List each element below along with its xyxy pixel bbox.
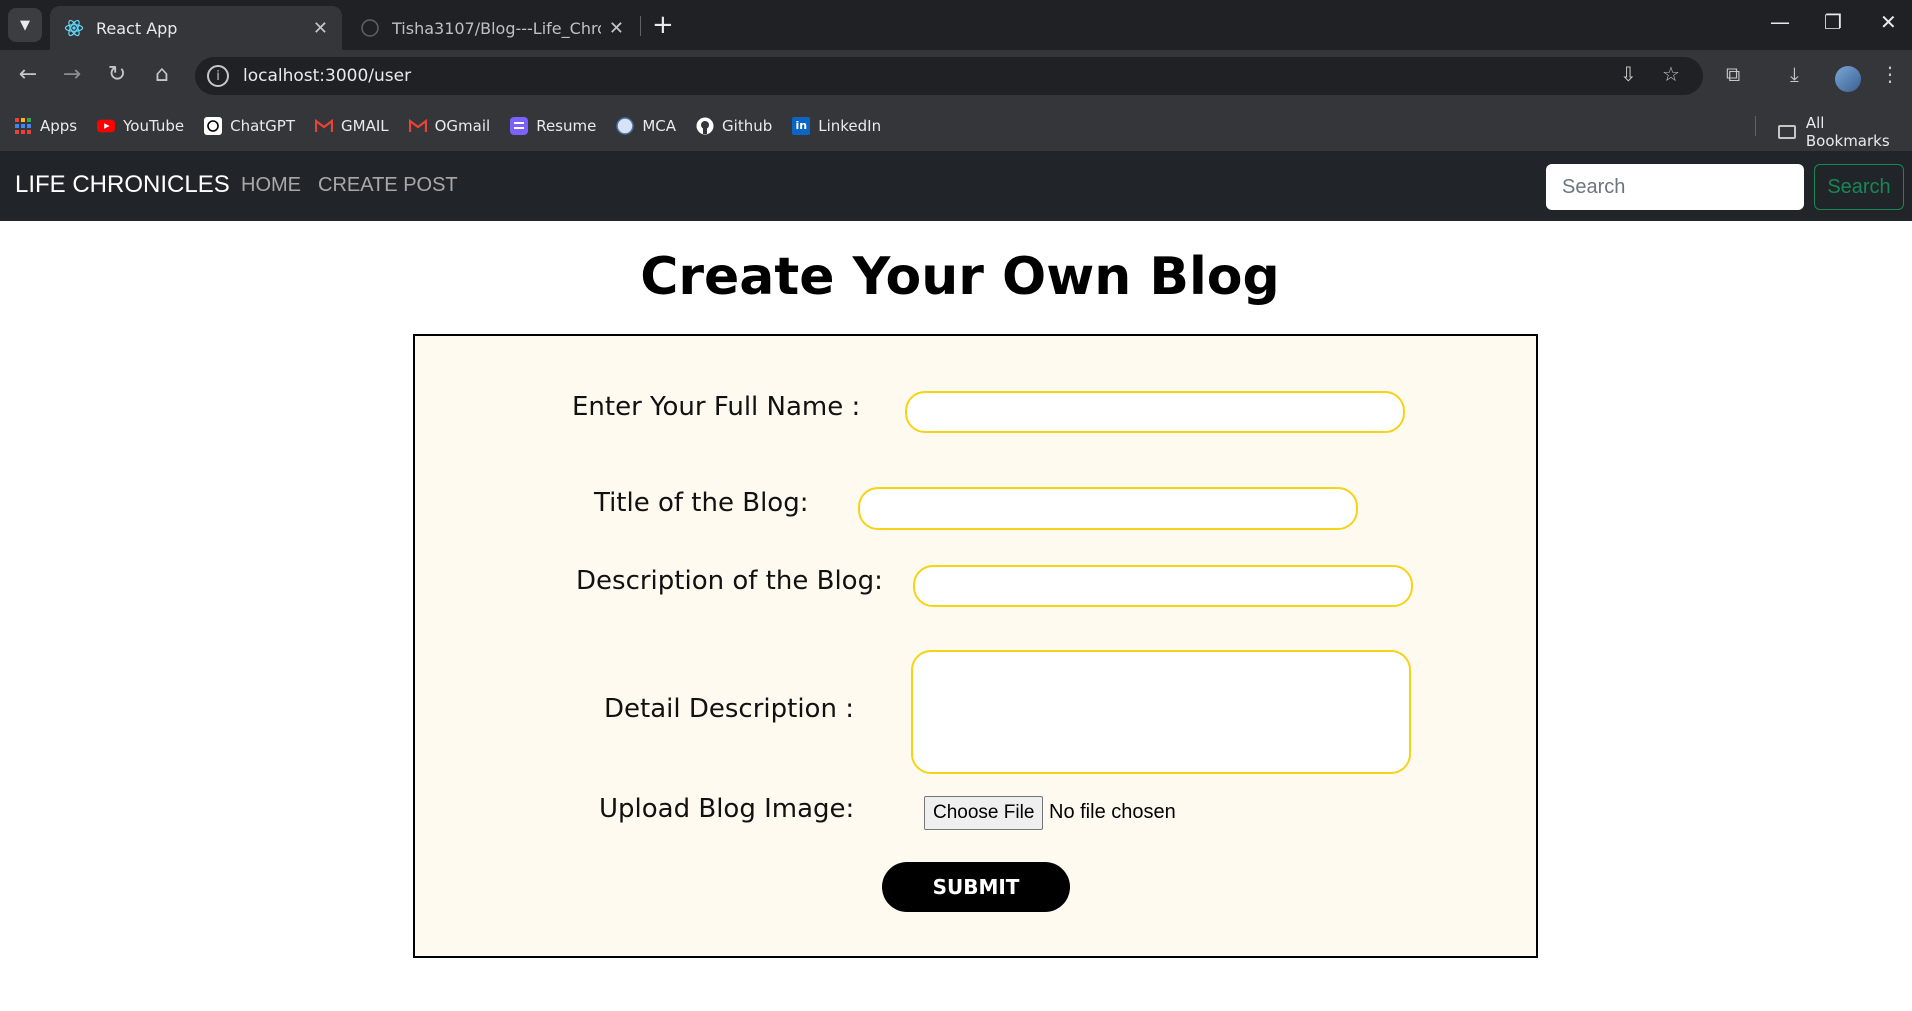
page-title: Create Your Own Blog (640, 247, 1280, 307)
blog-description-label: Description of the Blog: (576, 566, 883, 596)
restore-icon[interactable]: ❐ (1824, 10, 1842, 34)
bookmark-apps[interactable]: Apps (14, 117, 77, 135)
bookmark-label: Github (722, 116, 773, 135)
bookmark-label: GMAIL (341, 116, 389, 135)
home-icon[interactable]: ⌂ (148, 62, 176, 87)
app-navbar: LIFE CHRONICLES HOME CREATE POST Search (0, 151, 1912, 221)
mca-icon (616, 116, 635, 135)
react-icon (64, 18, 84, 38)
bookmark-youtube[interactable]: YouTube (97, 117, 184, 135)
github-icon (360, 18, 380, 38)
full-name-input[interactable] (905, 391, 1405, 433)
resume-icon (510, 116, 529, 135)
site-info-icon[interactable]: i (207, 65, 229, 87)
file-status-text: No file chosen (1049, 801, 1176, 823)
create-blog-form: Enter Your Full Name : Title of the Blog… (413, 334, 1538, 958)
youtube-icon (97, 117, 116, 135)
bookmark-label: ChatGPT (230, 116, 296, 135)
bookmark-ogmail[interactable]: OGmail (408, 116, 491, 135)
chatgpt-icon (204, 116, 223, 135)
bookmark-github[interactable]: Github (696, 117, 772, 135)
apps-grid-icon (14, 117, 32, 135)
browser-tab-bar: ▼ React App ✕ Tisha3107/Blog---Life_Chro… (0, 0, 1912, 50)
bookmark-label: YouTube (123, 116, 185, 135)
search-button[interactable]: Search (1814, 164, 1904, 210)
bookmark-resume[interactable]: Resume (510, 116, 597, 135)
close-window-icon[interactable]: ✕ (1880, 10, 1897, 34)
bookmark-gmail[interactable]: GMAIL (315, 117, 389, 135)
chevron-down-icon: ▼ (20, 17, 30, 33)
bookmark-mca[interactable]: MCA (616, 117, 676, 135)
upload-image-label: Upload Blog Image: (599, 794, 855, 824)
tab-divider (640, 16, 641, 36)
blog-title-input[interactable] (858, 487, 1358, 530)
tab-search-button[interactable]: ▼ (8, 8, 42, 42)
menu-icon[interactable]: ⋮ (1880, 62, 1900, 86)
all-bookmarks[interactable]: All Bookmarks (1778, 114, 1912, 150)
download-icon[interactable]: ⤓ (1790, 62, 1799, 86)
address-bar[interactable]: i localhost:3000/user (195, 57, 1703, 95)
submit-button[interactable]: SUBMIT (882, 862, 1070, 912)
nav-home[interactable]: HOME (241, 174, 301, 197)
minimize-icon[interactable]: — (1770, 10, 1790, 34)
search-input[interactable] (1546, 164, 1804, 210)
install-app-icon[interactable]: ⇩ (1620, 62, 1637, 86)
tab-title: Tisha3107/Blog---Life_Chronicles (392, 18, 601, 38)
tab-github-repo[interactable]: Tisha3107/Blog---Life_Chronicles ✕ (346, 6, 638, 50)
tab-react-app[interactable]: React App ✕ (50, 6, 342, 50)
close-icon[interactable]: ✕ (313, 18, 328, 39)
all-bookmarks-label: All Bookmarks (1805, 114, 1890, 150)
bookmark-linkedin[interactable]: in LinkedIn (792, 116, 882, 135)
nav-create-post[interactable]: CREATE POST (318, 174, 458, 197)
bookmark-label: Resume (536, 116, 597, 135)
avatar[interactable] (1835, 66, 1861, 92)
bookmarks-bar: Apps YouTube ChatGPT GMAIL OGmail Resume (0, 100, 1912, 152)
folder-icon (1778, 125, 1796, 139)
forward-icon[interactable]: → (58, 62, 86, 87)
blog-description-input[interactable] (913, 565, 1413, 607)
back-icon[interactable]: ← (14, 62, 42, 87)
tab-title: React App (96, 18, 178, 38)
choose-file-button[interactable]: Choose File (924, 796, 1044, 830)
detail-description-label: Detail Description : (604, 694, 854, 724)
new-tab-button[interactable]: + (652, 10, 674, 40)
reload-icon[interactable]: ↻ (103, 62, 131, 87)
bookmark-label: Apps (40, 116, 78, 135)
brand-logo[interactable]: LIFE CHRONICLES (15, 171, 230, 199)
bookmark-label: OGmail (434, 116, 491, 135)
bookmark-label: LinkedIn (818, 116, 882, 135)
url-text: localhost:3000/user (243, 66, 412, 86)
bookmark-divider (1755, 116, 1756, 136)
close-icon[interactable]: ✕ (609, 18, 624, 39)
gmail-icon (315, 117, 334, 135)
github-icon (696, 117, 714, 135)
bookmark-chatgpt[interactable]: ChatGPT (204, 116, 296, 135)
full-name-label: Enter Your Full Name : (572, 392, 861, 422)
bookmark-label: MCA (642, 116, 677, 135)
linkedin-icon: in (792, 116, 811, 135)
browser-toolbar: ← → ↻ ⌂ i localhost:3000/user ⇩ ☆ ⧉ ⤓ ⋮ (0, 50, 1912, 100)
extensions-icon[interactable]: ⧉ (1726, 62, 1740, 86)
gmail-icon (408, 117, 427, 135)
detail-description-textarea[interactable] (911, 650, 1411, 774)
blog-title-label: Title of the Blog: (594, 488, 809, 518)
star-icon[interactable]: ☆ (1662, 62, 1680, 86)
